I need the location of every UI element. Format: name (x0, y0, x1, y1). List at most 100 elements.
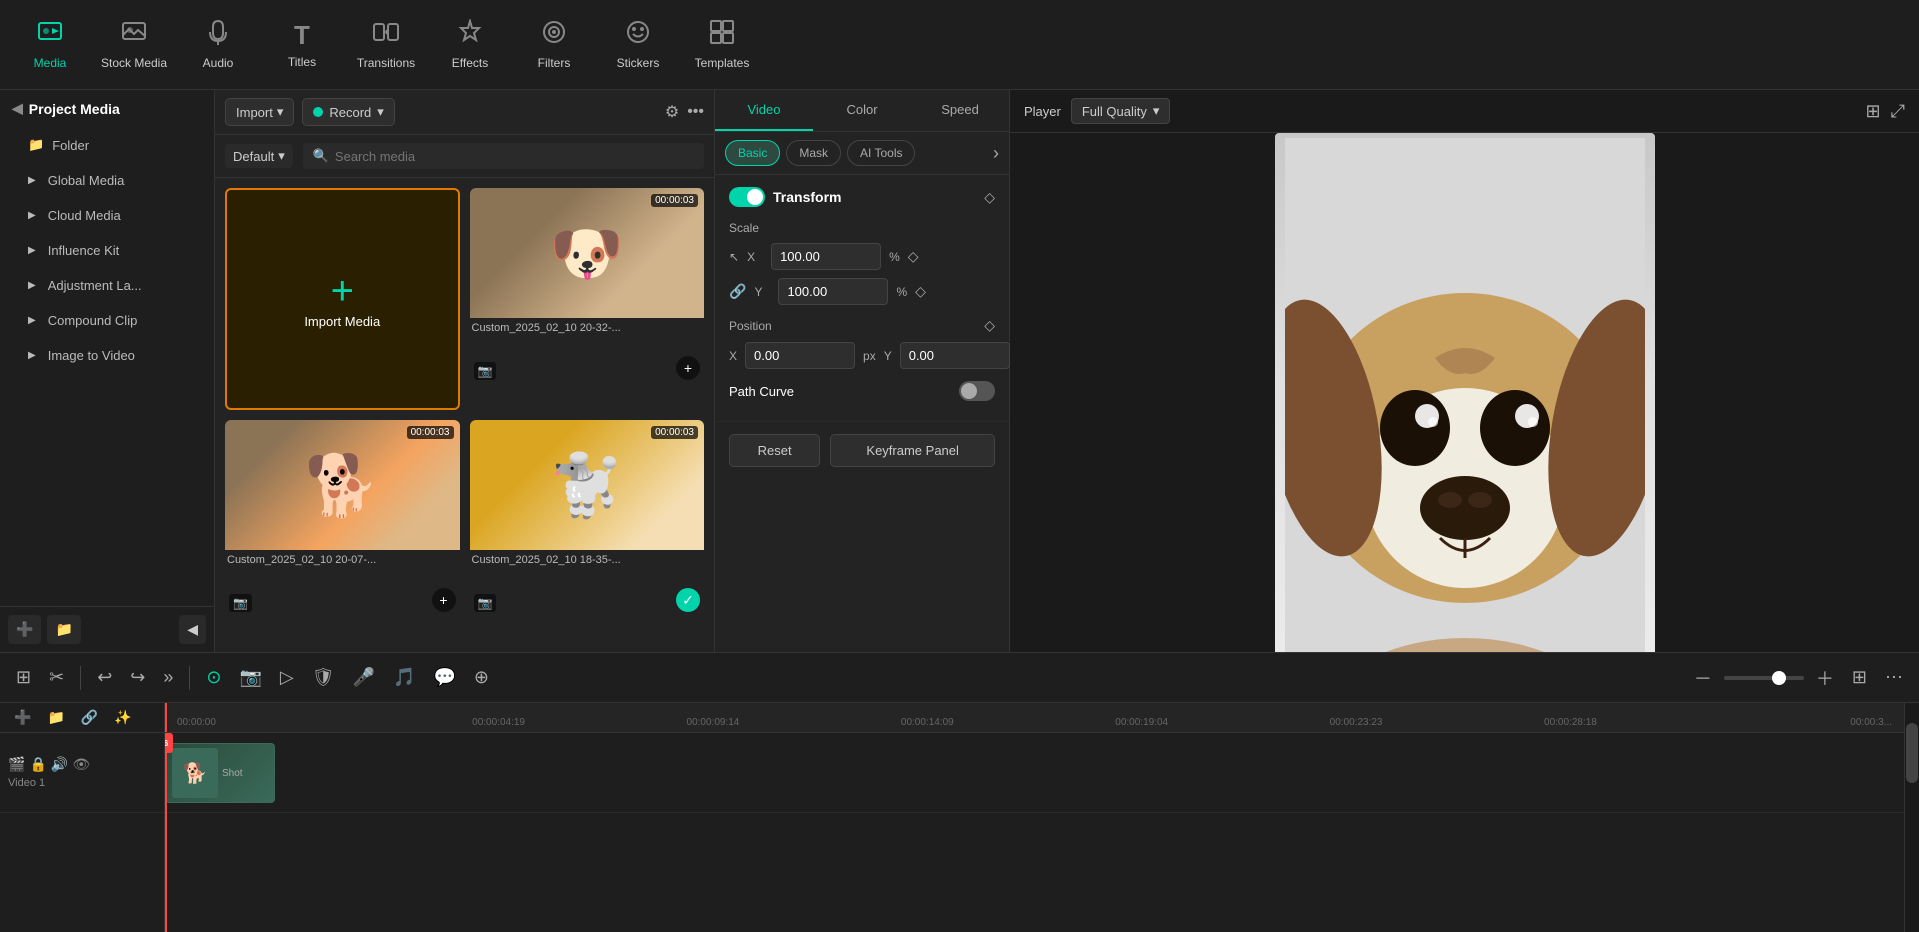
path-curve-toggle[interactable] (959, 381, 995, 401)
sidebar-item-image-to-video[interactable]: ▶ Image to Video (0, 338, 214, 373)
quality-dropdown[interactable]: Full Quality ▾ (1071, 98, 1171, 124)
ai-track-btn[interactable]: ✨ (108, 705, 137, 730)
expand-icon[interactable]: ⤢ (1891, 101, 1905, 122)
sidebar-item-adjustment[interactable]: ▶ Adjustment La... (0, 268, 214, 303)
redo-button[interactable]: ↪ (124, 663, 151, 692)
sort-dropdown[interactable]: Default ▾ (225, 144, 293, 168)
sidebar-item-global-media[interactable]: ▶ Global Media (0, 163, 214, 198)
more-options-icon[interactable]: ••• (687, 103, 704, 121)
media-item-3[interactable]: 🐩 00:00:03 📷 ✓ Custom_2025_02_10 18-35-.… (470, 420, 705, 642)
chevron-right-icon: ▶ (28, 175, 36, 186)
mic-icon[interactable]: 🎤 (347, 663, 381, 692)
toolbar-titles[interactable]: T Titles (262, 5, 342, 85)
scale-y-input[interactable] (778, 278, 888, 305)
scale-x-diamond[interactable]: ◇ (908, 248, 919, 265)
add-track-btn[interactable]: ➕ (8, 705, 37, 730)
subtitle-icon[interactable]: 💬 (427, 663, 461, 692)
timeline-scrollbar-thumb[interactable] (1906, 723, 1918, 783)
reset-button[interactable]: Reset (729, 434, 820, 467)
toolbar-media[interactable]: Media (10, 5, 90, 85)
track-label: Video 1 (8, 777, 156, 789)
toolbar-effects[interactable]: Effects (430, 5, 510, 85)
sidebar-collapse-btn[interactable]: ◀ (179, 615, 206, 644)
tab-color[interactable]: Color (813, 90, 911, 131)
sidebar-item-influence-kit[interactable]: ▶ Influence Kit (0, 233, 214, 268)
sidebar-folder-btn[interactable]: 📁 (47, 615, 80, 644)
toolbar-templates[interactable]: Templates (682, 5, 762, 85)
sidebar-add-folder-btn[interactable]: ➕ (8, 615, 41, 644)
position-y-input[interactable] (900, 342, 1010, 369)
transition-track-icon[interactable]: ⊕ (468, 663, 495, 692)
toolbar-audio[interactable]: Audio (178, 5, 258, 85)
search-input[interactable] (335, 149, 694, 164)
chevron-right-icon2: ▶ (28, 210, 36, 221)
position-x-row: X px Y px (729, 342, 995, 369)
toolbar-stickers[interactable]: Stickers (598, 5, 678, 85)
transform-diamond-icon[interactable]: ◇ (984, 189, 995, 206)
zoom-out-btn[interactable]: － (1688, 661, 1718, 695)
link-track-btn[interactable]: 🔗 (75, 705, 104, 730)
media-add-btn-1[interactable]: + (676, 356, 700, 380)
media-cam-icon-3: 📷 (474, 594, 497, 612)
zoom-slider[interactable] (1724, 676, 1804, 680)
timeline-playhead: 6 (165, 733, 167, 932)
sidebar-item-folder[interactable]: 📁 Folder (0, 127, 214, 163)
more-tools-icon[interactable]: » (157, 663, 179, 692)
playhead-handle[interactable]: 6 (165, 733, 173, 753)
left-sidebar: ◀ Project Media 📁 Folder ▶ Global Media … (0, 90, 215, 652)
media-cam-icon-2: 📷 (229, 594, 252, 612)
folder-track-btn[interactable]: 📁 (41, 705, 70, 730)
track-eye-icon[interactable]: 👁 (72, 756, 90, 773)
zoom-in-btn[interactable]: ＋ (1810, 661, 1840, 695)
import-media-item[interactable]: + Import Media (225, 188, 460, 410)
sidebar-bottom: ➕ 📁 ◀ (0, 606, 214, 652)
media-item-2[interactable]: 🐕 00:00:03 📷 + Custom_2025_02_10 20-07-.… (225, 420, 460, 642)
video-clip-1[interactable]: 🐕 Shot (165, 743, 275, 803)
subtab-more-btn[interactable]: › (993, 143, 999, 164)
sidebar-project-media[interactable]: ◀ Project Media (0, 90, 214, 127)
track-lock-icon[interactable]: 🔒 (29, 756, 46, 773)
toolbar-transitions[interactable]: Transitions (346, 5, 426, 85)
position-diamond[interactable]: ◇ (984, 317, 995, 334)
preview-icons-right: ⊞ ⤢ (1866, 101, 1906, 122)
subtab-basic[interactable]: Basic (725, 140, 780, 166)
tab-speed[interactable]: Speed (911, 90, 1009, 131)
record-dot-icon (313, 107, 323, 117)
record-button[interactable]: Record ▾ (302, 98, 394, 126)
sidebar-item-cloud-media[interactable]: ▶ Cloud Media (0, 198, 214, 233)
sidebar-item-compound-clip[interactable]: ▶ Compound Clip (0, 303, 214, 338)
scale-y-diamond[interactable]: ◇ (915, 283, 926, 300)
folder-icon: 📁 (28, 137, 44, 153)
tl-separator-1 (80, 666, 81, 690)
more-options-tl-icon[interactable]: ⋯ (1879, 663, 1909, 692)
undo-button[interactable]: ↩ (91, 663, 118, 692)
play-segment-icon[interactable]: ▷ (274, 663, 300, 692)
filter-icon[interactable]: ⚙ (665, 102, 679, 122)
subtab-mask[interactable]: Mask (786, 140, 841, 166)
music-icon[interactable]: 🎵 (387, 663, 421, 692)
razor-icon[interactable]: ✂ (43, 663, 70, 692)
import-button[interactable]: Import ▾ (225, 98, 294, 126)
layout-grid-icon[interactable]: ⊞ (1866, 101, 1881, 122)
toolbar-filters[interactable]: Filters (514, 5, 594, 85)
camera-capture-icon[interactable]: 📷 (233, 663, 267, 692)
timeline-scrollbar (1904, 703, 1919, 932)
track-video-icon[interactable]: 🎬 (8, 756, 25, 773)
toolbar-stock-media[interactable]: Stock Media (94, 5, 174, 85)
import-dropdown-icon: ▾ (277, 104, 284, 120)
transform-toggle[interactable] (729, 187, 765, 207)
grid-layout-icon[interactable]: ⊞ (1846, 663, 1873, 692)
multi-track-icon[interactable]: ⊞ (10, 663, 37, 692)
media-add-btn-2[interactable]: + (432, 588, 456, 612)
track-speaker-icon[interactable]: 🔊 (51, 756, 68, 773)
media-item-1[interactable]: 🐶 00:00:03 📷 + Custom_2025_02_10 20-32-.… (470, 188, 705, 410)
shield-icon[interactable]: 🛡 (306, 663, 341, 692)
scale-x-input[interactable] (771, 243, 881, 270)
scale-y-label: Y (754, 285, 770, 299)
keyframe-panel-button[interactable]: Keyframe Panel (830, 434, 995, 467)
play-head-icon[interactable]: ⊙ (200, 663, 227, 692)
subtab-ai-tools[interactable]: AI Tools (847, 140, 915, 166)
subtab-basic-label: Basic (738, 146, 767, 160)
position-x-input[interactable] (745, 342, 855, 369)
tab-video[interactable]: Video (715, 90, 813, 131)
